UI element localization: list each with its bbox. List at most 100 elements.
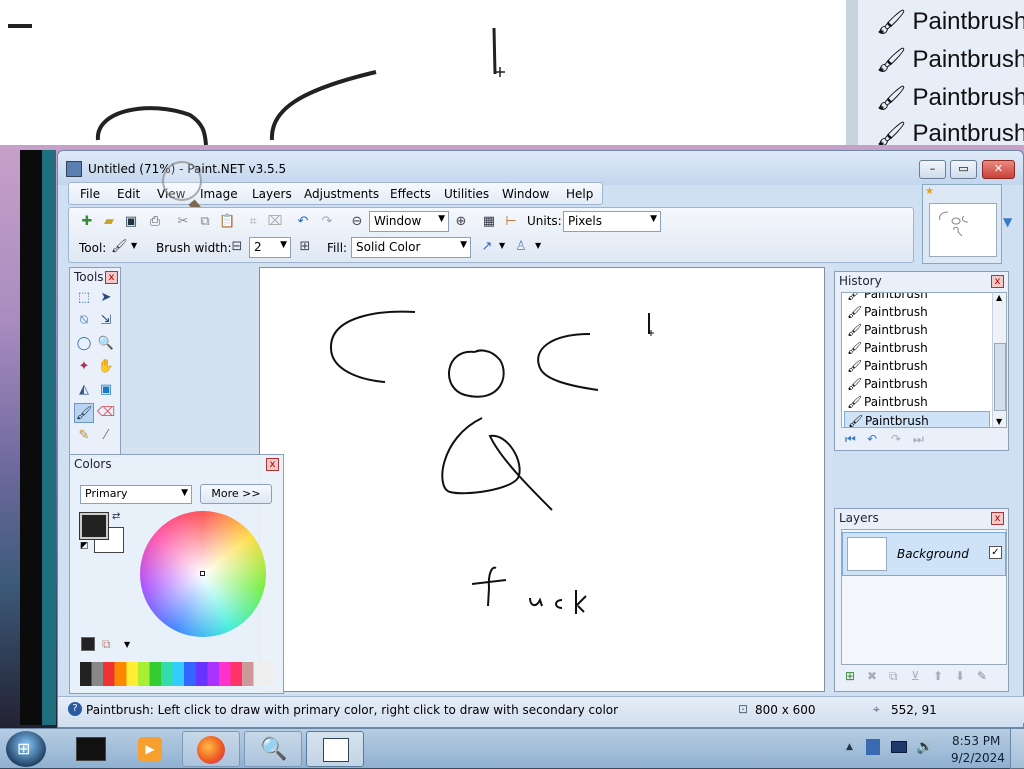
paintbrush-tool-icon[interactable]: 🖌 bbox=[74, 403, 94, 423]
close-icon[interactable]: x bbox=[991, 275, 1004, 288]
menu-image[interactable]: Image bbox=[200, 187, 238, 201]
units-dropdown[interactable]: Pixels ▼ bbox=[563, 211, 661, 232]
eraser-icon[interactable]: ⌫ bbox=[96, 403, 116, 423]
close-icon[interactable]: x bbox=[105, 271, 118, 284]
deselect-icon[interactable]: ⌧ bbox=[267, 214, 283, 230]
history-scroll-thumb[interactable] bbox=[994, 343, 1006, 411]
merge-layer-icon[interactable]: ⊻ bbox=[911, 669, 920, 683]
history-item[interactable]: 🖌 Paintbrush bbox=[844, 303, 990, 321]
paint-bucket-icon[interactable]: ◭ bbox=[74, 380, 94, 400]
pencil-icon[interactable]: ✎ bbox=[74, 426, 94, 446]
ellipse-select-icon[interactable]: ◯ bbox=[74, 334, 94, 354]
menu-window[interactable]: Window bbox=[502, 187, 549, 201]
print-icon[interactable]: ⎙ bbox=[147, 214, 163, 230]
volume-icon[interactable]: 🔊 bbox=[916, 739, 933, 755]
menu-file[interactable]: File bbox=[80, 187, 100, 201]
network-icon[interactable] bbox=[891, 741, 907, 753]
crop-icon[interactable]: ⌗ bbox=[245, 214, 261, 230]
history-item[interactable]: 🖌 Paintbrush bbox=[844, 293, 990, 303]
redo-icon[interactable]: ↷ bbox=[319, 214, 335, 230]
chevron-down-icon[interactable]: ▼ bbox=[499, 241, 505, 250]
increase-width-icon[interactable]: ⊞ bbox=[297, 239, 313, 255]
taskbar-app-firefox[interactable] bbox=[182, 731, 240, 767]
close-button[interactable]: ✕ bbox=[982, 160, 1015, 179]
color-mode-dropdown[interactable]: Primary ▼ bbox=[80, 485, 192, 504]
chevron-down-icon[interactable]: ▼ bbox=[131, 241, 137, 250]
undo-icon[interactable]: ↶ bbox=[295, 214, 311, 230]
delete-layer-icon[interactable]: ✖ bbox=[867, 669, 877, 683]
move-layer-down-icon[interactable]: ⬇ bbox=[955, 669, 965, 683]
close-icon[interactable]: x bbox=[991, 512, 1004, 525]
menu-layers[interactable]: Layers bbox=[252, 187, 292, 201]
duplicate-layer-icon[interactable]: ⧉ bbox=[889, 669, 898, 684]
rulers-icon[interactable]: ⊢ bbox=[503, 214, 519, 230]
history-item-selected[interactable]: 🖌 Paintbrush bbox=[844, 411, 990, 427]
scroll-down-icon[interactable]: ▼ bbox=[996, 417, 1002, 426]
move-selection-icon[interactable]: ➤ bbox=[96, 288, 116, 308]
decrease-width-icon[interactable]: ⊟ bbox=[229, 239, 245, 255]
layer-row[interactable]: Background ✓ bbox=[842, 532, 1006, 576]
title-bar[interactable]: Untitled (71%) - Paint.NET v3.5.5 – ▭ ✕ bbox=[58, 151, 1023, 185]
history-item[interactable]: 🖌 Paintbrush bbox=[844, 375, 990, 393]
minimize-button[interactable]: – bbox=[919, 160, 946, 179]
fill-dropdown[interactable]: Solid Color ▼ bbox=[351, 237, 471, 258]
lasso-icon[interactable]: ⍉ bbox=[74, 311, 94, 331]
close-icon[interactable]: x bbox=[266, 458, 279, 471]
move-selected-icon[interactable]: ⇲ bbox=[96, 311, 116, 331]
color-picker-icon[interactable]: ⁄ bbox=[96, 426, 116, 446]
paste-icon[interactable]: 📋 bbox=[219, 214, 235, 230]
more-colors-button[interactable]: More >> bbox=[200, 484, 272, 504]
zoom-dropdown[interactable]: Window ▼ bbox=[369, 211, 449, 232]
history-item[interactable]: 🖌 Paintbrush bbox=[844, 321, 990, 339]
fast-forward-icon[interactable]: ⏭ bbox=[913, 432, 924, 447]
history-scrollbar[interactable]: ▲ ▼ bbox=[992, 293, 1006, 427]
save-icon[interactable]: ▣ bbox=[123, 214, 139, 230]
clock-time[interactable]: 8:53 PM bbox=[952, 734, 1000, 748]
history-redo-icon[interactable]: ↷ bbox=[891, 432, 901, 446]
paintbrush-tool-icon[interactable]: 🖌 bbox=[111, 239, 128, 255]
menu-utilities[interactable]: Utilities bbox=[444, 187, 489, 201]
color-wheel[interactable] bbox=[140, 511, 266, 637]
layer-properties-icon[interactable]: ✎ bbox=[977, 669, 987, 683]
show-hidden-icons-icon[interactable]: ▲ bbox=[846, 742, 853, 752]
open-folder-icon[interactable]: ▰ bbox=[101, 214, 117, 230]
chevron-down-icon[interactable]: ▼ bbox=[124, 640, 130, 649]
move-layer-up-icon[interactable]: ⬆ bbox=[933, 669, 943, 683]
zoom-out-icon[interactable]: ⊖ bbox=[349, 214, 365, 230]
antialiasing-icon[interactable]: ↗ bbox=[479, 239, 495, 255]
copy-icon[interactable]: ⧉ bbox=[197, 214, 213, 230]
history-item[interactable]: 🖌 Paintbrush bbox=[844, 357, 990, 375]
chevron-down-icon[interactable]: ▼ bbox=[535, 241, 541, 250]
cut-icon[interactable]: ✂ bbox=[175, 214, 191, 230]
blend-mode-icon[interactable]: ♙ bbox=[513, 239, 529, 255]
menu-adjustments[interactable]: Adjustments bbox=[304, 187, 379, 201]
brush-width-dropdown[interactable]: 2 ▼ bbox=[249, 237, 291, 258]
zoom-in-icon[interactable]: ⊕ bbox=[453, 214, 469, 230]
menu-help[interactable]: Help bbox=[566, 187, 593, 201]
menu-effects[interactable]: Effects bbox=[390, 187, 431, 201]
color-palette[interactable] bbox=[80, 662, 273, 686]
palette-icon[interactable]: ⧉ bbox=[102, 637, 111, 652]
primary-mini-swatch[interactable] bbox=[81, 637, 95, 651]
clock-date[interactable]: 9/2/2024 bbox=[951, 751, 1005, 765]
image-thumbnail-tab[interactable]: ★ bbox=[922, 184, 1002, 264]
taskbar-app-magnifier[interactable]: 🔍 bbox=[244, 731, 302, 767]
gradient-icon[interactable]: ▣ bbox=[96, 380, 116, 400]
history-item[interactable]: 🖌 Paintbrush bbox=[844, 393, 990, 411]
swap-colors-icon[interactable]: ⇄ bbox=[112, 511, 120, 522]
primary-color-swatch[interactable] bbox=[79, 512, 109, 540]
history-item[interactable]: 🖌 Paintbrush bbox=[844, 339, 990, 357]
taskbar-app-terminal[interactable] bbox=[62, 731, 120, 767]
rewind-icon[interactable]: ⏮ bbox=[845, 432, 856, 447]
drawing-canvas[interactable] bbox=[259, 267, 825, 692]
rectangle-select-icon[interactable]: ⬚ bbox=[74, 288, 94, 308]
new-file-icon[interactable]: ✚ bbox=[79, 214, 95, 230]
grid-icon[interactable]: ▦ bbox=[481, 214, 497, 230]
taskbar-app-paintnet[interactable] bbox=[306, 731, 364, 767]
layer-visibility-checkbox[interactable]: ✓ bbox=[989, 546, 1002, 559]
add-layer-icon[interactable]: ⊞ bbox=[845, 669, 855, 683]
history-undo-icon[interactable]: ↶ bbox=[867, 432, 877, 446]
magic-wand-icon[interactable]: ✦ bbox=[74, 357, 94, 377]
reset-colors-icon[interactable]: ◩ bbox=[80, 541, 89, 551]
tray-app-icon[interactable] bbox=[866, 739, 880, 755]
